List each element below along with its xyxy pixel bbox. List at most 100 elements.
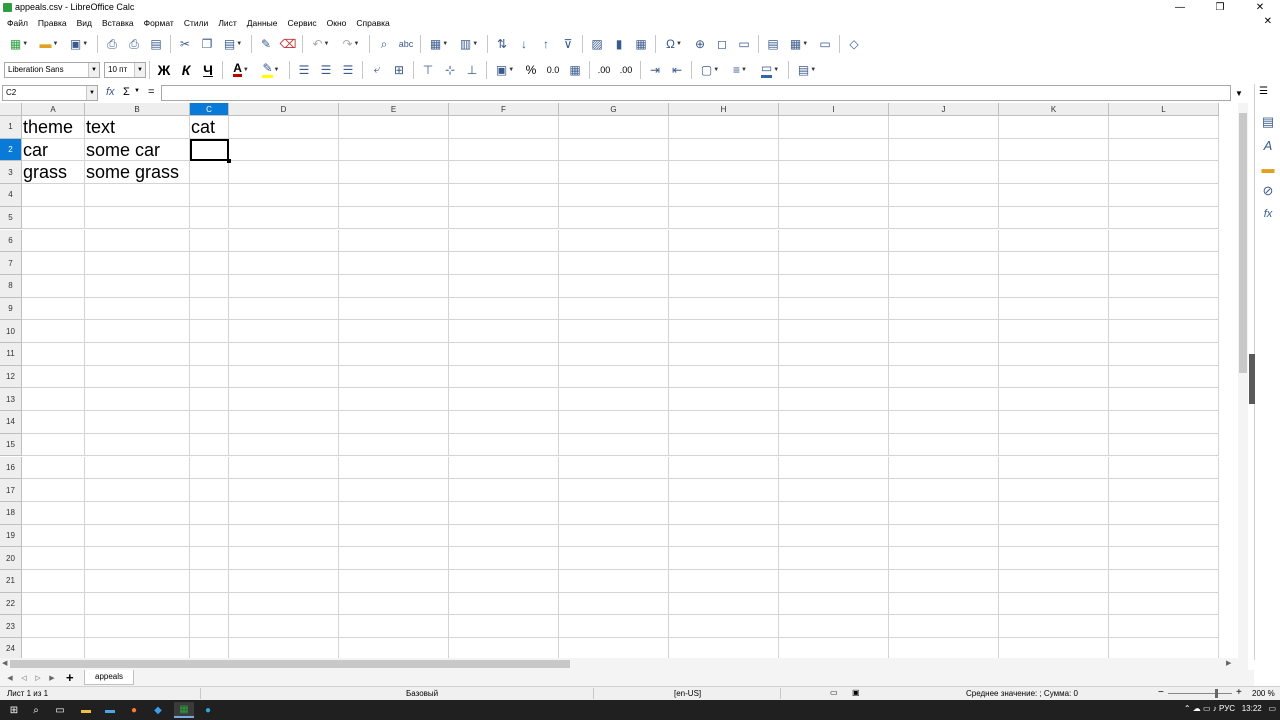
- cell-l4[interactable]: [1109, 184, 1219, 207]
- cell-j19[interactable]: [889, 524, 999, 548]
- align-right-icon[interactable]: ☰: [338, 60, 358, 80]
- cell-l17[interactable]: [1109, 479, 1219, 502]
- first-sheet-icon[interactable]: ◀: [4, 671, 16, 685]
- cell-k1[interactable]: [999, 116, 1109, 139]
- cell-a3[interactable]: grass: [22, 161, 85, 185]
- clear-formatting-icon[interactable]: ⌫: [278, 34, 298, 54]
- cell-a15[interactable]: [22, 433, 85, 457]
- cell-c15[interactable]: [190, 433, 229, 457]
- cell-k6[interactable]: [999, 229, 1109, 253]
- cell-a13[interactable]: [22, 388, 85, 412]
- print-preview-icon[interactable]: ▤: [146, 34, 166, 54]
- cloud-icon[interactable]: ☁: [1193, 704, 1201, 713]
- cell-j18[interactable]: [889, 501, 999, 525]
- underline-button[interactable]: Ч: [198, 60, 218, 80]
- column-header-i[interactable]: I: [779, 103, 889, 116]
- cell-b5[interactable]: [85, 206, 190, 230]
- cell-f15[interactable]: [449, 433, 559, 457]
- cell-d11[interactable]: [229, 343, 339, 366]
- telegram-icon[interactable]: ●: [198, 702, 218, 718]
- cell-l3[interactable]: [1109, 161, 1219, 185]
- cell-h24[interactable]: [669, 638, 779, 660]
- cell-e3[interactable]: [339, 161, 449, 185]
- cell-d6[interactable]: [229, 229, 339, 253]
- menu-styles[interactable]: Стили: [179, 18, 214, 28]
- navigator-icon[interactable]: ⊘: [1260, 183, 1276, 199]
- cell-l16[interactable]: [1109, 456, 1219, 480]
- cell-e1[interactable]: [339, 116, 449, 139]
- menu-view[interactable]: Вид: [72, 18, 97, 28]
- windows-start-icon[interactable]: ⊞: [4, 702, 24, 718]
- currency-format-icon[interactable]: ▣ ▼: [491, 60, 519, 80]
- vscode-icon[interactable]: ◆: [148, 702, 168, 718]
- cut-icon[interactable]: ✂: [175, 34, 195, 54]
- formula-button[interactable]: =: [148, 86, 154, 98]
- tray-chevron-up-icon[interactable]: ⌃: [1184, 704, 1191, 713]
- cell-l5[interactable]: [1109, 206, 1219, 230]
- align-bottom-icon[interactable]: ⊥: [462, 60, 482, 80]
- cell-k15[interactable]: [999, 433, 1109, 457]
- column-header-g[interactable]: G: [559, 103, 669, 116]
- cell-b7[interactable]: [85, 252, 190, 275]
- cell-k9[interactable]: [999, 297, 1109, 321]
- cell-a23[interactable]: [22, 615, 85, 639]
- paste-icon[interactable]: ▤ ▼: [219, 34, 247, 54]
- cell-a21[interactable]: [22, 570, 85, 593]
- cell-f1[interactable]: [449, 116, 559, 139]
- cell-d16[interactable]: [229, 456, 339, 480]
- cell-g22[interactable]: [559, 592, 669, 616]
- gallery-icon[interactable]: ▬: [1260, 160, 1276, 176]
- close-window-button[interactable]: ✕: [1240, 0, 1280, 15]
- cell-a6[interactable]: [22, 229, 85, 253]
- cell-k18[interactable]: [999, 501, 1109, 525]
- zoom-out-button[interactable]: −: [1158, 687, 1164, 698]
- cell-e15[interactable]: [339, 433, 449, 457]
- cell-a4[interactable]: [22, 184, 85, 207]
- cell-h17[interactable]: [669, 479, 779, 502]
- cell-c21[interactable]: [190, 570, 229, 593]
- cell-i13[interactable]: [779, 388, 889, 412]
- cell-l15[interactable]: [1109, 433, 1219, 457]
- cell-e11[interactable]: [339, 343, 449, 366]
- cell-g8[interactable]: [559, 274, 669, 298]
- cell-d20[interactable]: [229, 547, 339, 570]
- add-decimal-button[interactable]: .00: [594, 60, 614, 80]
- cell-l1[interactable]: [1109, 116, 1219, 139]
- cell-j11[interactable]: [889, 343, 999, 366]
- export-pdf-icon[interactable]: ⎙: [102, 34, 122, 54]
- cell-c9[interactable]: [190, 297, 229, 321]
- autofilter-icon[interactable]: ⊽: [558, 34, 578, 54]
- row-header-3[interactable]: 3: [0, 161, 22, 185]
- cell-d23[interactable]: [229, 615, 339, 639]
- sum-button[interactable]: Σ: [123, 86, 130, 98]
- row-header-15[interactable]: 15: [0, 433, 22, 457]
- cell-l12[interactable]: [1109, 365, 1219, 389]
- cell-k3[interactable]: [999, 161, 1109, 185]
- cell-g21[interactable]: [559, 570, 669, 593]
- cell-l24[interactable]: [1109, 638, 1219, 660]
- cell-a17[interactable]: [22, 479, 85, 502]
- mail-icon[interactable]: ▬: [100, 702, 120, 718]
- cell-g6[interactable]: [559, 229, 669, 253]
- cell-e8[interactable]: [339, 274, 449, 298]
- search-icon[interactable]: ⌕: [26, 702, 46, 718]
- chevron-down-icon[interactable]: ▼: [88, 62, 99, 77]
- cell-a12[interactable]: [22, 365, 85, 389]
- font-color-icon[interactable]: A ▼: [227, 60, 255, 80]
- autofill-handle[interactable]: [227, 159, 231, 164]
- cell-g11[interactable]: [559, 343, 669, 366]
- highlight-color-icon[interactable]: ✎ ▼: [257, 60, 285, 80]
- clone-formatting-icon[interactable]: ✎: [256, 34, 276, 54]
- cell-i9[interactable]: [779, 297, 889, 321]
- cell-l13[interactable]: [1109, 388, 1219, 412]
- merge-center-icon[interactable]: ⊞: [389, 60, 409, 80]
- sidebar-collapse-handle[interactable]: [1249, 354, 1255, 404]
- cell-i6[interactable]: [779, 229, 889, 253]
- cell-e16[interactable]: [339, 456, 449, 480]
- horizontal-scroll-thumb[interactable]: [10, 660, 570, 668]
- number-format-button[interactable]: 0.0: [543, 60, 563, 80]
- cell-a19[interactable]: [22, 524, 85, 548]
- cell-b21[interactable]: [85, 570, 190, 593]
- cell-c19[interactable]: [190, 524, 229, 548]
- cell-d19[interactable]: [229, 524, 339, 548]
